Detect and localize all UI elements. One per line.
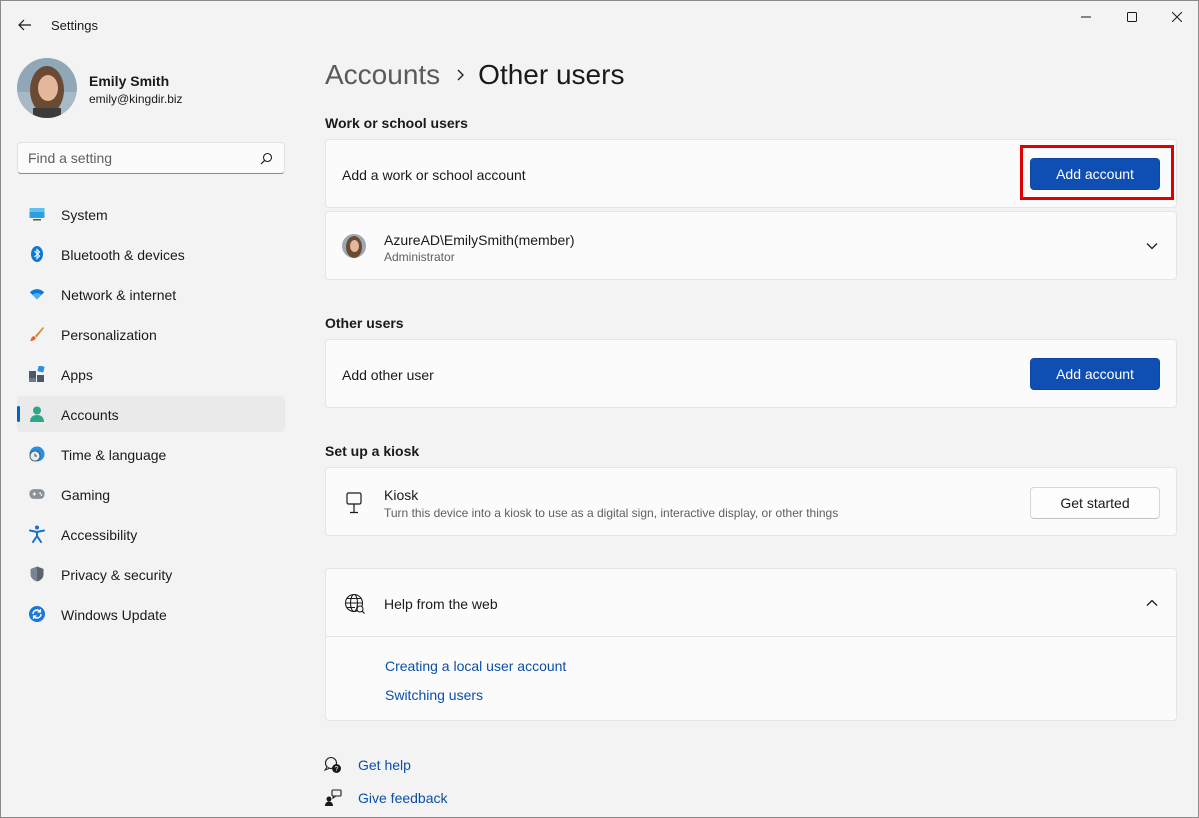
kiosk-icon (344, 492, 364, 519)
sidebar-item-label: System (61, 207, 108, 223)
settings-window: Settings Emily Smith emily@kingdir.biz F… (0, 0, 1199, 818)
link-creating-local-account[interactable]: Creating a local user account (385, 658, 566, 674)
globe-icon (344, 593, 366, 620)
sidebar-item-personalization[interactable]: Personalization (17, 316, 285, 352)
user-name: Emily Smith (89, 73, 170, 89)
sidebar-item-network[interactable]: Network & internet (17, 276, 285, 312)
sidebar-item-label: Windows Update (61, 607, 167, 623)
account-avatar (342, 234, 366, 258)
close-button[interactable] (1154, 1, 1199, 33)
sidebar-item-label: Bluetooth & devices (61, 247, 185, 263)
brush-icon (29, 326, 45, 342)
page-title: Other users (478, 59, 625, 90)
help-card: Help from the web Creating a local user … (325, 568, 1177, 721)
get-help-icon: ? (323, 755, 343, 775)
kiosk-label: Kiosk (384, 487, 419, 503)
system-icon (29, 206, 45, 222)
search-input[interactable] (28, 149, 248, 167)
sidebar-item-label: Personalization (61, 327, 157, 343)
back-button[interactable] (13, 13, 37, 37)
minimize-button[interactable] (1063, 1, 1109, 33)
sidebar-item-accessibility[interactable]: Accessibility (17, 516, 285, 552)
sidebar-item-label: Apps (61, 367, 93, 383)
sidebar-item-apps[interactable]: Apps (17, 356, 285, 392)
sidebar-item-gaming[interactable]: Gaming (17, 476, 285, 512)
apps-icon (29, 366, 45, 382)
sidebar-item-label: Gaming (61, 487, 111, 503)
close-icon (1172, 12, 1182, 22)
sidebar-item-system[interactable]: System (17, 196, 285, 232)
bluetooth-icon (29, 246, 45, 262)
sidebar-item-bluetooth[interactable]: Bluetooth & devices (17, 236, 285, 272)
add-other-user-label: Add other user (342, 367, 434, 383)
get-help-link[interactable]: Get help (358, 757, 411, 773)
chevron-up-icon[interactable] (1144, 595, 1160, 611)
add-other-user-card: Add other user Add account (325, 339, 1177, 408)
minimize-icon (1081, 16, 1091, 18)
sidebar-item-time-language[interactable]: Time & language (17, 436, 285, 472)
update-icon (29, 606, 45, 622)
svg-text:?: ? (335, 766, 339, 773)
breadcrumb-parent[interactable]: Accounts (325, 59, 440, 91)
kiosk-description: Turn this device into a kiosk to use as … (384, 506, 839, 520)
sidebar-item-label: Privacy & security (61, 567, 173, 583)
shield-icon (29, 566, 45, 582)
sidebar-item-privacy-security[interactable]: Privacy & security (17, 556, 285, 592)
search-icon (260, 152, 273, 165)
maximize-icon (1127, 12, 1137, 22)
section-title-kiosk: Set up a kiosk (325, 443, 420, 459)
help-header[interactable]: Help from the web (326, 569, 1176, 637)
back-arrow-icon (18, 19, 31, 31)
link-switching-users[interactable]: Switching users (385, 687, 483, 703)
accessibility-icon (29, 525, 45, 543)
avatar[interactable] (17, 58, 77, 118)
add-other-user-button[interactable]: Add account (1030, 358, 1160, 390)
person-icon (29, 406, 45, 422)
sidebar-item-label: Accounts (61, 407, 119, 423)
help-title: Help from the web (384, 596, 498, 612)
account-name: AzureAD\EmilySmith(member) (384, 232, 575, 248)
breadcrumb: Accounts Other users (325, 59, 624, 91)
app-title: Settings (51, 18, 98, 33)
search-box[interactable] (17, 142, 285, 174)
feedback-icon (323, 788, 343, 808)
highlight-box (1020, 145, 1174, 200)
sidebar-nav: System Bluetooth & devices Network & int… (17, 196, 285, 636)
clock-globe-icon (29, 446, 45, 462)
maximize-button[interactable] (1109, 1, 1155, 33)
sidebar-item-windows-update[interactable]: Windows Update (17, 596, 285, 632)
section-title-other-users: Other users (325, 315, 404, 331)
user-email: emily@kingdir.biz (89, 92, 183, 106)
sidebar-item-label: Network & internet (61, 287, 177, 303)
kiosk-card: Kiosk Turn this device into a kiosk to u… (325, 467, 1177, 536)
work-account-card[interactable]: AzureAD\EmilySmith(member) Administrator (325, 211, 1177, 280)
give-feedback-link[interactable]: Give feedback (358, 790, 448, 806)
chevron-right-icon (456, 69, 465, 81)
account-role: Administrator (384, 250, 455, 264)
sidebar-item-label: Accessibility (61, 527, 138, 543)
get-started-button[interactable]: Get started (1030, 487, 1160, 519)
section-title-work-school: Work or school users (325, 115, 468, 131)
chevron-down-icon[interactable] (1144, 238, 1160, 254)
sidebar-item-label: Time & language (61, 447, 167, 463)
gamepad-icon (29, 486, 45, 502)
wifi-icon (29, 286, 45, 302)
sidebar-item-accounts[interactable]: Accounts (17, 396, 285, 432)
add-work-account-label: Add a work or school account (342, 167, 526, 183)
title-bar: Settings (1, 1, 1198, 49)
